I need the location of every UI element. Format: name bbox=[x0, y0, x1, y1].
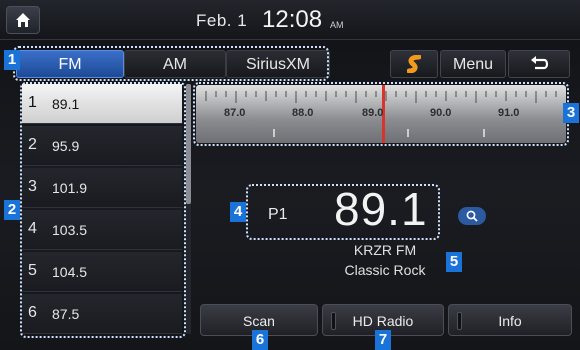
menu-button[interactable]: Menu bbox=[440, 50, 506, 78]
hd-indicator bbox=[331, 312, 336, 330]
callout-marker-6: 6 bbox=[252, 330, 268, 350]
home-button[interactable] bbox=[6, 6, 40, 34]
back-button[interactable] bbox=[508, 50, 570, 78]
info-label: Info bbox=[498, 313, 522, 329]
back-arrow-icon bbox=[531, 56, 549, 70]
home-icon bbox=[16, 13, 30, 27]
frequency-outline bbox=[246, 184, 440, 240]
callout-marker-7: 7 bbox=[375, 330, 391, 350]
station-genre: Classic Rock bbox=[344, 262, 426, 278]
info-button[interactable]: Info bbox=[448, 304, 572, 336]
callout-marker-4: 4 bbox=[230, 202, 246, 222]
clock-ampm: AM bbox=[330, 20, 344, 30]
radio-screen: Feb. 1 12:08 AM FM AM SiriusXM Menu 1 89… bbox=[0, 0, 580, 350]
preset-scroll-thumb[interactable] bbox=[186, 84, 191, 204]
info-indicator bbox=[457, 312, 462, 330]
tag-search-button[interactable] bbox=[458, 207, 486, 225]
siriusxm-logo-button[interactable] bbox=[390, 50, 438, 78]
callout-marker-3: 3 bbox=[563, 103, 579, 123]
scan-label: Scan bbox=[243, 313, 275, 329]
band-tabs-outline bbox=[13, 46, 329, 81]
dial-outline bbox=[193, 82, 569, 146]
station-name: KRZR FM bbox=[353, 242, 417, 258]
date-display: Feb. 1 bbox=[196, 11, 248, 30]
status-bar: Feb. 1 12:08 AM bbox=[0, 0, 580, 40]
clock-time: 12:08 bbox=[262, 6, 323, 33]
sirius-logo-icon bbox=[407, 55, 421, 73]
hd-radio-label: HD Radio bbox=[352, 313, 414, 329]
search-icon bbox=[466, 210, 478, 222]
callout-marker-2: 2 bbox=[4, 200, 20, 220]
callout-marker-1: 1 bbox=[4, 50, 20, 70]
callout-marker-5: 5 bbox=[446, 252, 462, 272]
preset-list-outline bbox=[20, 82, 186, 338]
